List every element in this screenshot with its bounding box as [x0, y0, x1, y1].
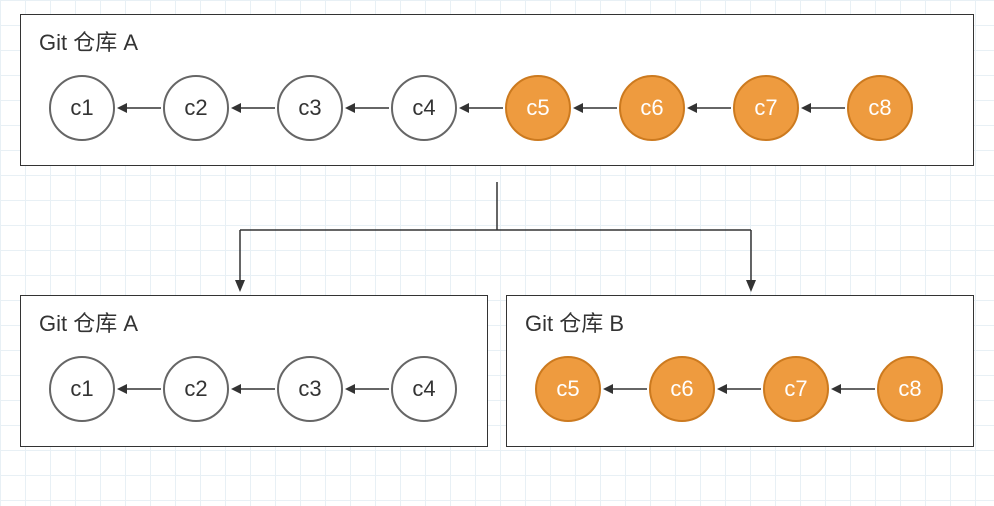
commit-label: c7 — [784, 376, 807, 402]
commit-label: c7 — [754, 95, 777, 121]
commit-node: c4 — [391, 75, 457, 141]
commit-row: c5 c6 c7 c8 — [525, 356, 955, 422]
split-connector — [0, 182, 994, 302]
commit-node: c3 — [277, 356, 343, 422]
commit-node: c5 — [535, 356, 601, 422]
arrow-left-icon — [715, 379, 763, 399]
commit-node: c6 — [619, 75, 685, 141]
arrow-left-icon — [457, 98, 505, 118]
commit-label: c1 — [70, 376, 93, 402]
arrow-left-icon — [229, 379, 277, 399]
commit-label: c3 — [298, 95, 321, 121]
arrow-left-icon — [685, 98, 733, 118]
arrow-left-icon — [229, 98, 277, 118]
repo-title: Git 仓库 B — [525, 306, 955, 338]
commit-label: c6 — [640, 95, 663, 121]
commit-node: c7 — [763, 356, 829, 422]
arrow-left-icon — [343, 379, 391, 399]
arrow-left-icon — [799, 98, 847, 118]
commit-label: c5 — [556, 376, 579, 402]
arrow-left-icon — [601, 379, 649, 399]
commit-label: c2 — [184, 95, 207, 121]
commit-label: c4 — [412, 95, 435, 121]
repo-a-bottom: Git 仓库 A c1 c2 c3 c4 — [20, 295, 488, 447]
commit-node: c8 — [847, 75, 913, 141]
commit-label: c6 — [670, 376, 693, 402]
arrow-left-icon — [829, 379, 877, 399]
commit-node: c8 — [877, 356, 943, 422]
arrow-left-icon — [343, 98, 391, 118]
commit-node: c4 — [391, 356, 457, 422]
repo-a-top: Git 仓库 A c1 c2 c3 c4 c5 c6 c7 c8 — [20, 14, 974, 166]
commit-row: c1 c2 c3 c4 c5 c6 c7 c8 — [39, 75, 955, 141]
commit-node: c2 — [163, 356, 229, 422]
arrow-left-icon — [571, 98, 619, 118]
arrow-left-icon — [115, 98, 163, 118]
commit-node: c3 — [277, 75, 343, 141]
repo-title: Git 仓库 A — [39, 306, 469, 338]
commit-label: c3 — [298, 376, 321, 402]
commit-node: c1 — [49, 356, 115, 422]
commit-label: c1 — [70, 95, 93, 121]
commit-label: c8 — [868, 95, 891, 121]
commit-label: c5 — [526, 95, 549, 121]
commit-node: c5 — [505, 75, 571, 141]
repo-title: Git 仓库 A — [39, 25, 955, 57]
commit-node: c1 — [49, 75, 115, 141]
commit-row: c1 c2 c3 c4 — [39, 356, 469, 422]
commit-node: c6 — [649, 356, 715, 422]
commit-node: c2 — [163, 75, 229, 141]
commit-node: c7 — [733, 75, 799, 141]
commit-label: c4 — [412, 376, 435, 402]
commit-label: c8 — [898, 376, 921, 402]
arrow-left-icon — [115, 379, 163, 399]
repo-b-bottom: Git 仓库 B c5 c6 c7 c8 — [506, 295, 974, 447]
commit-label: c2 — [184, 376, 207, 402]
